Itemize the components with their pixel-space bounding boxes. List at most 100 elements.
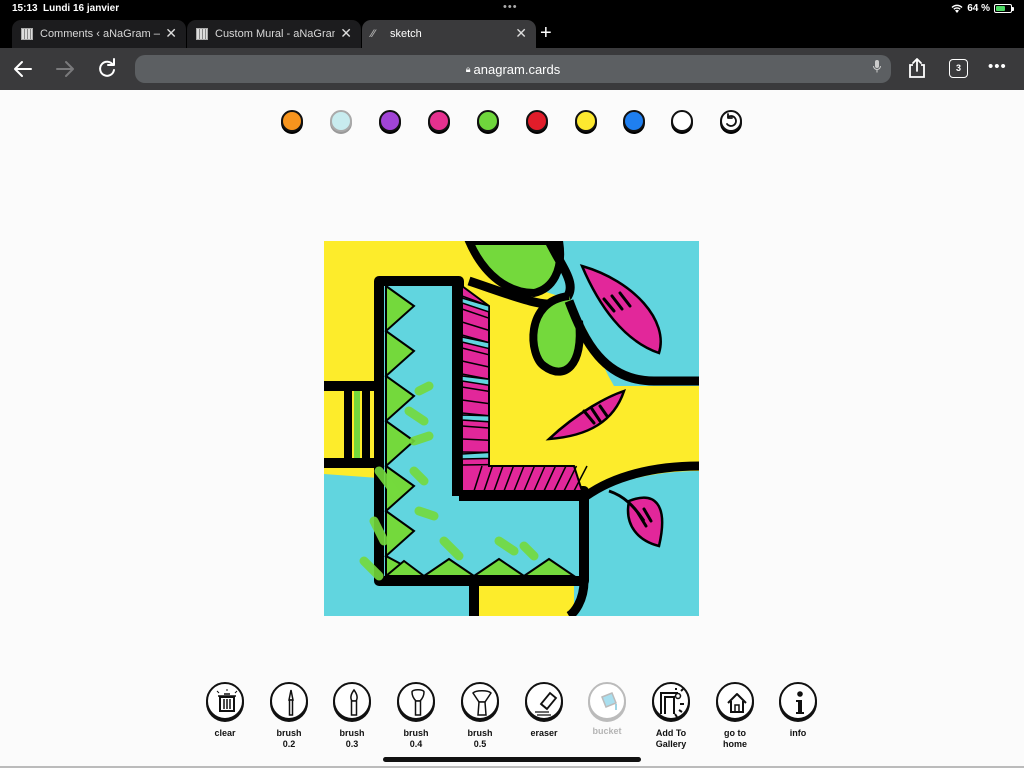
tab-comments[interactable]: Comments ‹ aNaGram — ✕ (12, 20, 186, 48)
tool-label: brush 0.5 (450, 728, 510, 750)
site-favicon-icon (21, 28, 33, 40)
color-swatch-light-cyan[interactable] (330, 110, 352, 132)
brush-02-button[interactable]: brush 0.2 (259, 682, 319, 750)
color-swatch-pink[interactable] (428, 110, 450, 132)
art-bar (362, 391, 370, 458)
battery-fill (996, 6, 1005, 11)
tab-title: Custom Mural - aNaGram (215, 28, 335, 40)
tab-title: Comments ‹ aNaGram — (40, 28, 160, 40)
color-swatch-blue[interactable] (623, 110, 645, 132)
forward-button[interactable] (52, 56, 78, 82)
color-swatch-purple[interactable] (379, 110, 401, 132)
clear-button[interactable]: clear (195, 682, 255, 739)
tool-label: eraser (530, 728, 558, 738)
tab-overview-button[interactable]: 3 (949, 59, 968, 78)
brush-03-button[interactable]: brush 0.3 (322, 682, 382, 750)
brush-04-glyph (411, 689, 425, 716)
tab-title: sketch (390, 28, 422, 40)
status-right: 64 % (951, 3, 1014, 14)
undo-icon (726, 113, 737, 127)
brush-05-button[interactable]: brush 0.5 (450, 682, 510, 750)
tab-custom-mural[interactable]: Custom Mural - aNaGram ✕ (187, 20, 361, 48)
clear-glyph (216, 689, 238, 712)
brush-05-icon (461, 682, 499, 720)
home-indicator[interactable] (383, 757, 641, 762)
brush-05-glyph (472, 690, 492, 716)
art-stripe-cyan (461, 414, 490, 423)
brush-03-icon (333, 682, 371, 720)
clear-icon (206, 682, 244, 720)
add-to-gallery-icon (652, 682, 690, 720)
new-tab-button[interactable]: + (540, 21, 552, 45)
info-icon (779, 682, 817, 720)
color-swatch-red[interactable] (526, 110, 548, 132)
info-button[interactable]: info (768, 682, 828, 739)
eraser-icon (525, 682, 563, 720)
tool-label: clear (214, 728, 236, 738)
close-tab-icon[interactable]: ✕ (340, 26, 352, 40)
tool-label-line1: Add To (655, 728, 687, 738)
battery-icon (994, 4, 1014, 13)
tool-label-line1: brush (467, 728, 493, 738)
tab-strip: Comments ‹ aNaGram — ✕ Custom Mural - aN… (0, 18, 1024, 48)
browser-toolbar: 🔒︎ anagram.cards 3 ••• (0, 48, 1024, 90)
color-swatch-yellow[interactable] (575, 110, 597, 132)
tool-label: brush 0.3 (322, 728, 382, 750)
microphone-icon[interactable] (873, 60, 881, 73)
wifi-icon (951, 4, 963, 13)
undo-button[interactable] (720, 110, 742, 132)
address-bar[interactable]: 🔒︎ anagram.cards (135, 55, 891, 83)
tool-label-line1: go to (724, 728, 746, 738)
arrow-right-icon (56, 61, 74, 77)
color-swatch-green[interactable] (477, 110, 499, 132)
color-swatch-white[interactable] (671, 110, 693, 132)
close-tab-icon[interactable]: ✕ (515, 26, 527, 40)
go-to-home-glyph (727, 693, 747, 713)
url-text: anagram.cards (473, 61, 561, 77)
battery-percent: 64 % (967, 3, 990, 14)
brush-03-glyph (350, 688, 358, 716)
brush-04-button[interactable]: brush 0.4 (386, 682, 446, 750)
arrow-left-icon (14, 61, 32, 77)
tool-label-line1: brush (276, 728, 302, 738)
add-to-gallery-glyph (660, 688, 684, 718)
eraser-button[interactable]: eraser (514, 682, 574, 739)
bucket-button[interactable]: bucket (577, 682, 637, 737)
web-page: clear brush 0.2 brush 0.3 brush 0.4 brush 0.5 era… (0, 90, 1024, 768)
sketch-favicon-icon: ⁄⁄ (371, 28, 375, 40)
tool-label: brush 0.4 (386, 728, 446, 750)
multitasking-dots-icon[interactable]: ••• (503, 1, 518, 13)
info-glyph (796, 691, 804, 714)
drawing-canvas[interactable] (324, 241, 699, 616)
art-bar-green (354, 391, 360, 458)
color-palette (0, 108, 1024, 136)
tool-label: Add To Gallery (641, 728, 701, 750)
reload-icon (99, 58, 115, 77)
color-swatch-orange[interactable] (281, 110, 303, 132)
tool-label: brush 0.2 (259, 728, 319, 750)
close-tab-icon[interactable]: ✕ (165, 26, 177, 40)
go-to-home-icon (716, 682, 754, 720)
tool-label-line2: 0.3 (345, 739, 359, 749)
tool-label-line2: Gallery (655, 739, 687, 749)
add-to-gallery-button[interactable]: Add To Gallery (641, 682, 701, 750)
lock-icon: 🔒︎ (465, 63, 471, 74)
tab-sketch[interactable]: ⁄⁄ sketch ✕ (362, 20, 536, 48)
artwork (324, 241, 699, 616)
tool-bar: clear brush 0.2 brush 0.3 brush 0.4 brush 0.5 era… (0, 682, 1024, 752)
status-bar: 15:13 Lundi 16 janvier ••• 64 % (0, 0, 1024, 18)
tool-label-line2: 0.5 (473, 739, 487, 749)
go-to-home-button[interactable]: go to home (705, 682, 765, 750)
brush-04-icon (397, 682, 435, 720)
brush-02-icon (270, 682, 308, 720)
back-button[interactable] (10, 56, 36, 82)
bucket-icon (588, 682, 626, 720)
tool-label-line2: 0.4 (409, 739, 423, 749)
reload-button[interactable] (94, 56, 120, 82)
eraser-glyph (535, 691, 558, 716)
share-icon[interactable] (907, 57, 927, 79)
tool-label: go to home (705, 728, 765, 750)
tool-label: info (789, 728, 807, 738)
site-favicon-icon (196, 28, 208, 40)
more-options-icon[interactable]: ••• (988, 58, 1007, 75)
